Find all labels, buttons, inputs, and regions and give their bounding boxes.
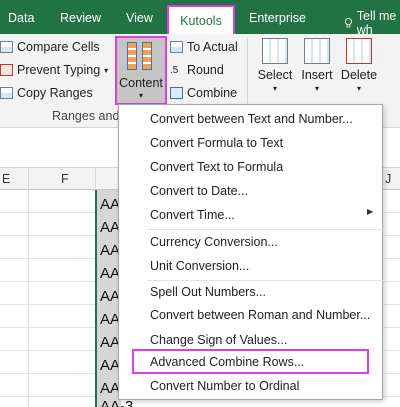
content-button[interactable]: Content ▾	[115, 36, 167, 105]
lightbulb-icon	[344, 18, 352, 28]
insert-button[interactable]: Insert ▾	[294, 38, 340, 93]
menu-separator	[147, 280, 383, 281]
compare-cells-button[interactable]: Compare Cells	[0, 40, 100, 54]
column-header-j[interactable]: J	[385, 172, 391, 186]
menu-item-convert-formula-to-text[interactable]: Convert Formula to Text	[150, 136, 283, 150]
delete-dropdown-icon: ▾	[356, 84, 361, 93]
content-icon	[127, 42, 155, 70]
content-dropdown-icon: ▾	[138, 91, 143, 100]
compare-cells-label: Compare Cells	[17, 40, 100, 54]
tell-me-label: Tell me wh	[356, 9, 397, 37]
copy-ranges-button[interactable]: Copy Ranges	[0, 86, 93, 100]
tab-data[interactable]: Data	[8, 11, 34, 25]
menu-separator	[147, 229, 383, 230]
menu-item-currency-conversion[interactable]: Currency Conversion...	[150, 235, 278, 249]
combine-button[interactable]: Combine	[170, 86, 237, 100]
content-dropdown-menu: Convert between Text and Number... Conve…	[118, 104, 383, 400]
cell[interactable]: AA	[100, 219, 120, 236]
prevent-typing-label: Prevent Typing	[17, 63, 101, 77]
combine-label: Combine	[187, 86, 238, 100]
to-actual-icon	[170, 41, 183, 53]
cell[interactable]: AA	[100, 196, 120, 213]
menu-item-convert-time[interactable]: Convert Time...	[150, 208, 235, 222]
tab-enterprise[interactable]: Enterprise	[249, 11, 306, 25]
select-button[interactable]: Select ▾	[252, 38, 298, 93]
cell[interactable]: AA	[100, 265, 120, 282]
cell[interactable]: AA	[100, 288, 120, 305]
column-divider	[28, 168, 29, 407]
insert-dropdown-icon: ▾	[314, 84, 319, 93]
tab-kutools[interactable]: Kutools	[167, 5, 235, 34]
ribbon-group-label: Ranges and	[52, 109, 120, 123]
tab-review[interactable]: Review	[60, 11, 101, 25]
cell[interactable]: AA	[100, 242, 120, 259]
insert-icon	[304, 38, 330, 64]
select-label: Select	[257, 68, 293, 82]
round-label: Round	[187, 63, 224, 77]
insert-label: Insert	[301, 68, 333, 82]
compare-cells-icon	[0, 41, 13, 53]
delete-button[interactable]: Delete ▾	[336, 38, 382, 93]
prevent-typing-icon	[0, 64, 13, 76]
menu-item-number-to-ordinal[interactable]: Convert Number to Ordinal	[150, 379, 299, 393]
tab-view[interactable]: View	[126, 11, 153, 25]
round-icon: .5	[170, 64, 179, 76]
tell-me-search[interactable]: Tell me wh	[344, 9, 400, 37]
copy-ranges-label: Copy Ranges	[17, 86, 93, 100]
menu-item-unit-conversion[interactable]: Unit Conversion...	[150, 259, 249, 273]
to-actual-button[interactable]: To Actual	[170, 40, 238, 54]
submenu-arrow-icon: ▶	[367, 207, 374, 216]
to-actual-label: To Actual	[187, 40, 238, 54]
select-icon	[262, 38, 288, 64]
tab-kutools-label: Kutools	[180, 13, 222, 28]
menu-item-roman-and-number[interactable]: Convert between Roman and Number...	[150, 308, 370, 322]
delete-label: Delete	[340, 68, 378, 82]
round-button[interactable]: .5 Round	[170, 63, 224, 77]
column-header-f[interactable]: F	[61, 172, 69, 186]
menu-item-convert-text-to-formula[interactable]: Convert Text to Formula	[150, 160, 283, 174]
ribbon-tab-bar: Data Review View Kutools Enterprise Tell…	[0, 0, 400, 37]
menu-item-spell-out-numbers[interactable]: Spell Out Numbers...	[150, 285, 266, 299]
cell[interactable]: AA	[100, 311, 120, 328]
copy-ranges-icon	[0, 87, 13, 99]
content-label: Content	[119, 76, 163, 90]
cell[interactable]: AA	[100, 357, 120, 374]
menu-item-convert-text-number[interactable]: Convert between Text and Number...	[150, 112, 353, 126]
menu-item-change-sign[interactable]: Change Sign of Values...	[150, 333, 287, 347]
cell[interactable]: AA	[100, 334, 120, 351]
select-dropdown-icon: ▾	[272, 84, 277, 93]
delete-icon	[346, 38, 372, 64]
menu-item-convert-to-date[interactable]: Convert to Date...	[150, 184, 248, 198]
advanced-combine-rows-highlight	[132, 349, 369, 374]
combine-icon	[170, 87, 183, 99]
prevent-typing-dropdown-icon: ▾	[104, 65, 109, 75]
column-header-e[interactable]: E	[2, 172, 10, 186]
cell[interactable]: AA	[100, 380, 120, 397]
prevent-typing-button[interactable]: Prevent Typing ▾	[0, 63, 108, 77]
